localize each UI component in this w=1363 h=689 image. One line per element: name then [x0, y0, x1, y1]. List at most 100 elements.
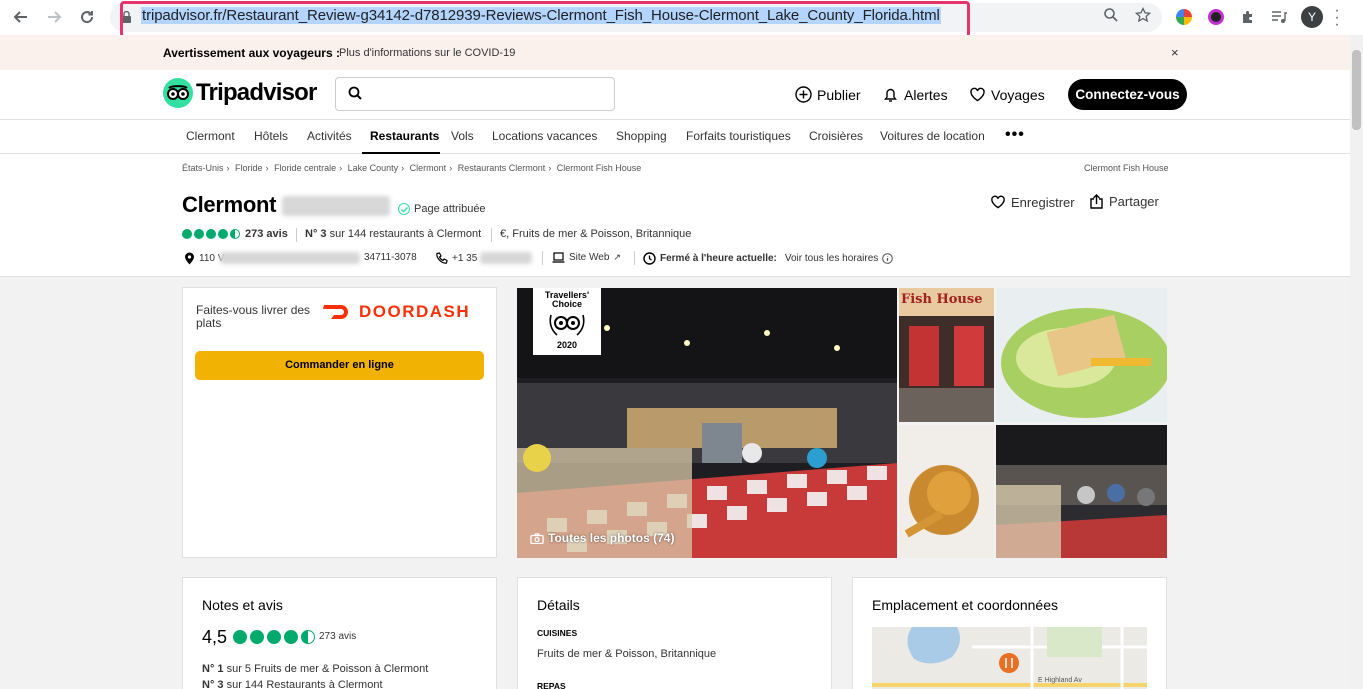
rating-bubble [182, 229, 192, 239]
divider [491, 228, 492, 242]
fish-and-chips-photo[interactable] [899, 425, 994, 558]
address[interactable]: 110 V [184, 252, 224, 265]
url-highlight-box [120, 1, 970, 38]
breadcrumb-item[interactable]: Floride centrale [274, 163, 336, 173]
heart-icon [991, 195, 1005, 209]
order-online-button[interactable]: Commander en ligne [195, 351, 484, 380]
extension-color-icon[interactable] [1176, 9, 1192, 25]
doordash-wordmark: DOORDASH [359, 302, 471, 321]
publish-label: Publier [817, 86, 861, 103]
logo-text: Tripadvisor [196, 79, 317, 106]
search-input[interactable] [335, 77, 615, 111]
share-button[interactable]: Partager [1089, 194, 1159, 209]
rank-bold: N° 1 [202, 663, 224, 675]
nav-item-activities[interactable]: Activités [307, 129, 352, 143]
extension-lens-icon[interactable] [1208, 9, 1224, 25]
breadcrumb-item[interactable]: Clermont [410, 163, 447, 173]
salad-photo[interactable] [996, 288, 1167, 422]
alerts-label: Alertes [904, 86, 948, 103]
zoom-icon[interactable] [1103, 7, 1119, 23]
badge-line-2: Choice [551, 299, 582, 309]
publish-link[interactable]: Publier [795, 86, 861, 103]
breadcrumb-item[interactable]: États-Unis [182, 163, 224, 173]
meals-label: REPAS [537, 681, 566, 689]
category-nav: Clermont Hôtels Activités Restaurants Vo… [0, 119, 1350, 154]
close-icon[interactable]: × [1171, 45, 1179, 60]
restaurant-name: Clermont [182, 192, 277, 217]
hours-link[interactable]: Voir tous les horaires [785, 253, 878, 264]
nav-item-hotels[interactable]: Hôtels [254, 129, 288, 143]
page-scrollbar[interactable] [1350, 35, 1363, 689]
breadcrumb-item[interactable]: Floride [235, 163, 263, 173]
redacted-name [282, 196, 390, 216]
rating-bubbles-large [233, 630, 315, 644]
nav-item-restaurants[interactable]: Restaurants [370, 129, 439, 143]
claimed-label: Page attribuée [414, 203, 486, 215]
redacted-address [220, 252, 360, 264]
breadcrumb-current: Clermont Fish House [556, 163, 642, 173]
location-map[interactable]: E Highland Av [872, 627, 1147, 689]
phone-icon [436, 252, 448, 264]
external-link-icon: ↗ [613, 252, 621, 262]
back-icon[interactable] [9, 5, 33, 29]
rating-bubble [206, 229, 216, 239]
doordash-logo: DOORDASH [323, 302, 470, 322]
dining-room-photo[interactable] [996, 425, 1167, 558]
clock-icon [643, 252, 656, 265]
cuisines-label: CUISINES [537, 628, 578, 638]
cuisines-value: Fruits de mer & Poisson, Britannique [537, 648, 717, 660]
badge-year: 2020 [556, 340, 578, 350]
reload-icon[interactable] [75, 5, 99, 29]
travellers-choice-badge: Travellers' Choice 2020 [533, 288, 601, 355]
review-count: 273 avis [245, 228, 288, 240]
tripadvisor-logo[interactable]: Tripadvisor [163, 78, 317, 108]
nav-item-flights[interactable]: Vols [451, 129, 474, 143]
nav-item-vacation-rentals[interactable]: Locations vacances [492, 129, 597, 143]
ratings-review-count[interactable]: 273 avis [319, 631, 356, 642]
save-button[interactable]: Enregistrer [990, 194, 1075, 210]
media-queue-icon[interactable] [1271, 9, 1287, 25]
rating-bubbles [182, 229, 240, 239]
browser-toolbar: tripadvisor.fr/Restaurant_Review-g34142-… [0, 0, 1363, 38]
bookmark-star-icon[interactable] [1134, 6, 1152, 23]
breadcrumb-item[interactable]: Lake County [348, 163, 399, 173]
doordash-logo-icon [323, 305, 348, 319]
rank-line-restaurants[interactable]: N° 3 sur 144 Restaurants à Clermont [202, 679, 383, 689]
puzzle-icon[interactable] [1240, 9, 1256, 25]
rating-bubble [250, 630, 264, 644]
forward-icon[interactable] [42, 5, 66, 29]
ratings-card-title: Notes et avis [202, 597, 283, 613]
more-nav-icon[interactable]: ••• [1005, 126, 1025, 144]
nav-item-shopping[interactable]: Shopping [616, 129, 667, 143]
all-photos-link[interactable]: Toutes les photos (74) [530, 531, 674, 545]
nav-item-packages[interactable]: Forfaits touristiques [686, 129, 791, 143]
covid-info-link[interactable]: Plus d'informations sur le COVID-19 [339, 47, 515, 59]
delivery-text: Faites-vous livrer des plats [196, 303, 311, 330]
breadcrumb-item[interactable]: Restaurants Clermont [458, 163, 546, 173]
nav-item-cruises[interactable]: Croisières [809, 129, 863, 143]
opening-hours[interactable]: Fermé à l'heure actuelle: Voir tous les … [643, 252, 894, 265]
search-icon [348, 86, 362, 100]
nav-item-car-rental[interactable]: Voitures de location [880, 129, 985, 143]
advisory-title: Avertissement aux voyageurs : [163, 46, 340, 60]
scrollbar-thumb[interactable] [1352, 50, 1361, 130]
storefront-photo[interactable]: Fish House [899, 288, 994, 422]
owl-logo-icon [163, 78, 193, 108]
signin-button[interactable]: Connectez-vous [1068, 79, 1187, 110]
ranking[interactable]: N° 3 sur 144 restaurants à Clermont [305, 228, 481, 240]
rank-line-seafood[interactable]: N° 1 sur 5 Fruits de mer & Poisson à Cle… [202, 663, 428, 675]
map-street-label: E Highland Av [1038, 677, 1082, 684]
rating-bubble [284, 630, 298, 644]
website-link[interactable]: Site Web ↗ [552, 252, 621, 263]
alerts-link[interactable]: Alertes [882, 86, 948, 103]
trips-label: Voyages [991, 86, 1045, 103]
phone[interactable]: +1 35 [435, 252, 477, 265]
plus-circle-icon [795, 86, 812, 103]
rating-bubble [218, 229, 228, 239]
trips-link[interactable]: Voyages [969, 86, 1045, 103]
profile-avatar[interactable]: Y [1301, 6, 1323, 28]
claimed-badge[interactable]: Page attribuée [398, 203, 486, 215]
browser-menu-icon[interactable]: · · · [1334, 3, 1340, 33]
nav-item-clermont[interactable]: Clermont [186, 129, 235, 143]
rating-summary[interactable]: 273 avis [182, 228, 288, 240]
